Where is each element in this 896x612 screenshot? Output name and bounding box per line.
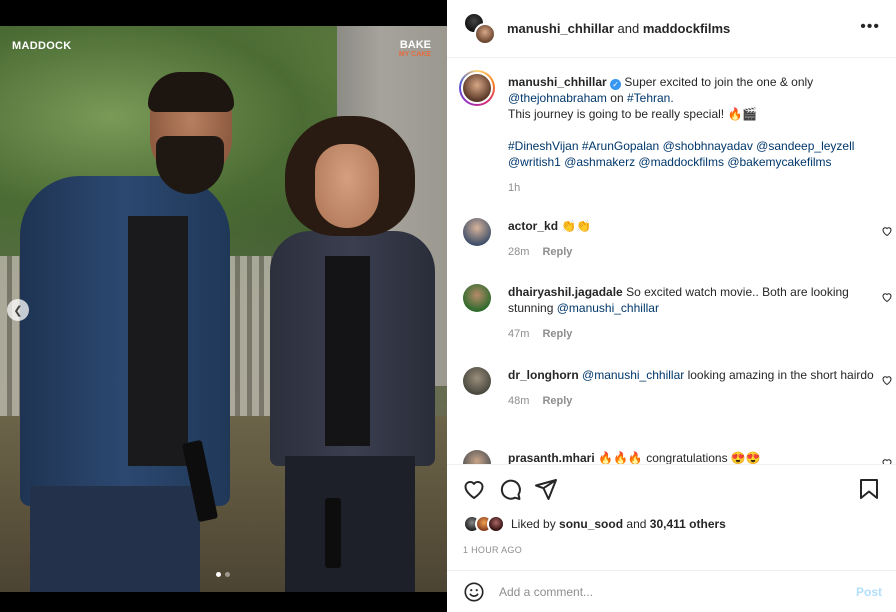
likes-count-link[interactable]: 30,411 others [650,517,726,531]
photo-person-woman [265,116,440,592]
hashtag-link[interactable]: #ArunGopalan [582,139,659,153]
carousel-dot [225,572,230,577]
bake-my-cake-logo: BAKE MY CAKE [398,39,431,59]
comment-item: prasanth.mhari 🔥🔥🔥 congratulations 😍😍 [463,450,892,464]
avatar[interactable] [463,284,491,312]
bookmark-icon[interactable] [857,477,881,501]
caption: manushi_chhillar ✓ Super excited to join… [459,70,883,194]
collab-avatars[interactable] [463,11,497,46]
caption-time: 1h [508,182,521,194]
mention-link[interactable]: @bakemycakefilms [727,155,831,169]
author-link-2[interactable]: maddockfilms [643,21,730,36]
heart-icon[interactable] [462,477,486,501]
send-icon[interactable] [534,477,558,501]
verified-badge-icon: ✓ [610,79,622,90]
avatar [474,22,496,45]
emoji-smile-icon[interactable] [463,581,485,603]
post-photo [0,26,447,592]
reply-button[interactable]: Reply [542,328,572,340]
mention-link[interactable]: @writish1 [508,155,561,169]
hashtag-link[interactable]: #DineshVijan [508,139,579,153]
comment-username[interactable]: dr_longhorn [508,368,579,382]
add-comment-bar: Post [447,570,896,612]
carousel-dots [216,572,230,577]
comment-icon[interactable] [498,477,522,501]
mention-link[interactable]: @manushi_chhillar [582,368,684,382]
comment-input[interactable] [499,585,829,599]
comment-username[interactable]: prasanth.mhari [508,451,595,464]
heart-icon[interactable] [881,374,893,386]
mention-link[interactable]: @thejohnabraham [508,91,607,105]
post-comment-button[interactable]: Post [856,585,882,599]
post-details-panel: manushi_chhillar and maddockfilms ••• ma… [447,0,896,612]
post-actions: Liked by sonu_sood and 30,411 others 1 H… [447,464,896,612]
caption-avatar[interactable] [459,70,495,106]
mention-link[interactable]: @manushi_chhillar [557,301,659,315]
heart-icon[interactable] [881,225,893,237]
author-link-1[interactable]: manushi_chhillar [507,21,614,36]
more-options-icon[interactable]: ••• [860,18,880,36]
comment-time: 47m [508,328,530,340]
comment-time: 48m [508,395,530,407]
heart-icon[interactable] [881,457,893,464]
avatar[interactable] [463,450,491,464]
liker-username[interactable]: sonu_sood [559,517,623,531]
post-media: MADDOCK BAKE MY CAKE ❮ [0,0,447,612]
mention-link[interactable]: @sandeep_leyzell [756,139,854,153]
comment-time: 28m [508,246,530,258]
maddock-logo: MADDOCK [12,40,72,52]
comment-username[interactable]: dhairyashil.jagadale [508,285,623,299]
carousel-dot-active [216,572,221,577]
heart-icon[interactable] [881,291,893,303]
comment-item: dr_longhorn @manushi_chhillar looking am… [463,367,892,407]
chevron-left-icon: ❮ [13,304,23,317]
caption-username[interactable]: manushi_chhillar [508,75,607,89]
hashtag-link[interactable]: #Tehran. [627,91,674,105]
avatar [487,515,505,533]
post-header: manushi_chhillar and maddockfilms ••• [447,0,896,58]
likes-summary: Liked by sonu_sood and 30,411 others [463,515,726,533]
reply-button[interactable]: Reply [542,395,572,407]
liker-avatars [463,515,505,533]
mention-link[interactable]: @ashmakerz [564,155,635,169]
photo-person-man [10,66,234,592]
mention-link[interactable]: @maddockfilms [638,155,724,169]
comment-item: actor_kd 👏👏 28m Reply [463,218,892,258]
mention-link[interactable]: @shobhnayadav [663,139,753,153]
avatar[interactable] [463,218,491,246]
post-authors: manushi_chhillar and maddockfilms [507,21,731,36]
comments-scroll-area[interactable]: manushi_chhillar ✓ Super excited to join… [447,58,896,464]
avatar[interactable] [463,367,491,395]
post-timestamp[interactable]: 1 HOUR AGO [463,545,522,555]
carousel-prev-button[interactable]: ❮ [7,299,29,321]
reply-button[interactable]: Reply [542,246,572,258]
comment-username[interactable]: actor_kd [508,219,558,233]
comment-item: dhairyashil.jagadale So excited watch mo… [463,284,892,340]
